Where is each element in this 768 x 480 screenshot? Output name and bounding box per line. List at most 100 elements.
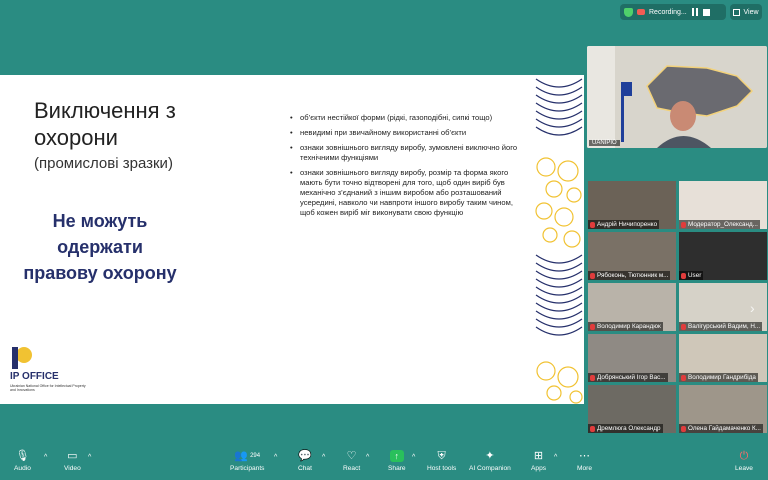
mic-off-icon bbox=[681, 426, 686, 432]
participant-name: Володимир Карандюк bbox=[597, 322, 661, 331]
react-options-chevron-icon[interactable]: ^ bbox=[366, 454, 369, 461]
participant-caption: Рябоконь, Тютюнник м... bbox=[588, 271, 670, 280]
participant-caption: Добрянський Ігор Вас... bbox=[588, 373, 668, 382]
heart-icon: ♡ bbox=[347, 449, 357, 463]
camera-off-icon: ▭ bbox=[67, 449, 77, 463]
apps-icon: ⊞ bbox=[534, 449, 543, 463]
participant-name: User bbox=[688, 271, 701, 280]
participant-caption: Олена Гайдамаченко К... bbox=[679, 424, 763, 433]
chat-button[interactable]: 💬 Chat bbox=[298, 449, 312, 472]
mic-off-icon bbox=[590, 324, 595, 330]
participant-caption: Модератор_Олександ... bbox=[679, 220, 760, 229]
video-label: Video bbox=[64, 465, 81, 472]
chat-label: Chat bbox=[298, 465, 312, 472]
host-tools-button[interactable]: ⛨ Host tools bbox=[427, 449, 456, 472]
apps-options-chevron-icon[interactable]: ^ bbox=[554, 454, 557, 461]
leave-button[interactable]: ⏻ Leave bbox=[735, 449, 753, 472]
participant-tile[interactable]: Модератор_Олександ... bbox=[678, 180, 768, 230]
host-tools-label: Host tools bbox=[427, 465, 456, 472]
participant-name: Володимир Гандрибіда bbox=[688, 373, 756, 382]
recording-icon bbox=[637, 9, 645, 15]
logo-caption: Ukrainian National Office for Intellectu… bbox=[10, 384, 90, 392]
audio-options-chevron-icon[interactable]: ^ bbox=[44, 454, 47, 461]
participant-tile[interactable]: Володимир Гандрибіда bbox=[678, 333, 768, 383]
sparkle-icon: ✦ bbox=[485, 449, 494, 463]
next-page-arrow-icon[interactable]: › bbox=[750, 300, 762, 316]
share-label: Share bbox=[388, 465, 406, 472]
stop-icon[interactable] bbox=[703, 9, 710, 16]
video-options-chevron-icon[interactable]: ^ bbox=[88, 454, 91, 461]
participant-caption: Андрій Ничипоренко bbox=[588, 220, 659, 229]
shield-icon bbox=[624, 8, 633, 17]
participant-tile[interactable]: Володимир Карандюк bbox=[587, 282, 677, 332]
participant-name: Валігурський Вадим, Н... bbox=[688, 322, 760, 331]
mic-off-icon bbox=[681, 324, 686, 330]
logo-text: IP OFFICE bbox=[10, 371, 59, 382]
recording-indicator[interactable]: Recording... bbox=[620, 4, 726, 20]
participants-icon-row: 👥294 bbox=[234, 449, 260, 463]
participants-label: Participants bbox=[230, 465, 264, 472]
video-button[interactable]: ▭ Video bbox=[64, 449, 81, 472]
leave-icon: ⏻ bbox=[737, 449, 751, 463]
participant-tile[interactable]: Рябоконь, Тютюнник м... bbox=[587, 231, 677, 281]
share-button[interactable]: ↑ Share bbox=[388, 449, 406, 472]
mic-off-icon bbox=[590, 375, 595, 381]
participant-caption: Дремлюга Олександр bbox=[588, 424, 663, 433]
participant-caption: User bbox=[679, 271, 703, 280]
participant-name: Рябоконь, Тютюнник м... bbox=[597, 271, 668, 280]
participant-tile[interactable]: Олена Гайдамаченко К... bbox=[678, 384, 768, 434]
slide-bullet: ознаки зовнішнього вигляду виробу, зумов… bbox=[290, 143, 522, 163]
recording-label: Recording... bbox=[649, 9, 687, 16]
participant-caption: Володимир Гандрибіда bbox=[679, 373, 758, 382]
audio-label: Audio bbox=[14, 465, 31, 472]
top-bar: Recording... View bbox=[0, 0, 768, 22]
participants-options-chevron-icon[interactable]: ^ bbox=[274, 454, 277, 461]
participant-tile[interactable]: Добрянський Ігор Вас... bbox=[587, 333, 677, 383]
apps-button[interactable]: ⊞ Apps bbox=[531, 449, 546, 472]
shared-screen-slide: Виключення з охорони (промислові зразки)… bbox=[0, 75, 584, 404]
mic-off-icon bbox=[590, 222, 595, 228]
slide-bullet: невидимі при звичайному використанні об’… bbox=[290, 128, 522, 138]
people-icon: 👥 bbox=[234, 449, 248, 463]
participant-tile[interactable]: User bbox=[678, 231, 768, 281]
ai-companion-label: AI Companion bbox=[469, 465, 511, 472]
react-label: React bbox=[343, 465, 360, 472]
leave-label: Leave bbox=[735, 465, 753, 472]
more-label: More bbox=[577, 465, 592, 472]
mic-off-icon bbox=[590, 426, 595, 432]
shield-icon: ⛨ bbox=[438, 449, 446, 463]
ai-companion-button[interactable]: ✦ AI Companion bbox=[469, 449, 511, 472]
active-speaker-video[interactable]: UANIPIO bbox=[587, 46, 767, 148]
participant-tile[interactable]: Дремлюга Олександр bbox=[587, 384, 677, 434]
decorative-pattern bbox=[534, 75, 584, 404]
more-button[interactable]: ⋯ More bbox=[577, 449, 592, 472]
participants-count: 294 bbox=[250, 449, 260, 463]
share-screen-icon: ↑ bbox=[390, 450, 404, 462]
participants-button[interactable]: 👥294 Participants bbox=[230, 449, 264, 472]
participant-name: Дремлюга Олександр bbox=[597, 424, 661, 433]
view-button[interactable]: View bbox=[730, 4, 762, 20]
mic-off-icon bbox=[681, 222, 686, 228]
slide-subtitle: (промислові зразки) bbox=[34, 155, 173, 172]
more-dots-icon: ⋯ bbox=[579, 449, 590, 463]
zoom-meeting-window: Recording... View Виключення з охорони (… bbox=[0, 0, 768, 480]
grid-icon bbox=[733, 9, 740, 16]
chat-icon: 💬 bbox=[298, 449, 312, 463]
slide-bullet: об’єкти нестійкої форми (рідкі, газоподі… bbox=[290, 113, 522, 123]
share-options-chevron-icon[interactable]: ^ bbox=[412, 454, 415, 461]
mic-off-icon bbox=[681, 375, 686, 381]
participant-name: Добрянський Ігор Вас... bbox=[597, 373, 666, 382]
chat-options-chevron-icon[interactable]: ^ bbox=[322, 454, 325, 461]
participant-tile[interactable]: Андрій Ничипоренко bbox=[587, 180, 677, 230]
audio-button[interactable]: 🎙 Audio bbox=[14, 449, 31, 472]
ip-office-logo-mark bbox=[10, 347, 32, 369]
apps-label: Apps bbox=[531, 465, 546, 472]
microphone-muted-icon: 🎙 bbox=[15, 449, 29, 463]
view-label: View bbox=[743, 9, 758, 16]
participant-name: Андрій Ничипоренко bbox=[597, 220, 657, 229]
participant-name: Модератор_Олександ... bbox=[688, 220, 758, 229]
participant-name: Олена Гайдамаченко К... bbox=[688, 424, 761, 433]
react-button[interactable]: ♡ React bbox=[343, 449, 360, 472]
pause-icon[interactable] bbox=[691, 8, 699, 16]
mic-off-icon bbox=[590, 273, 595, 279]
